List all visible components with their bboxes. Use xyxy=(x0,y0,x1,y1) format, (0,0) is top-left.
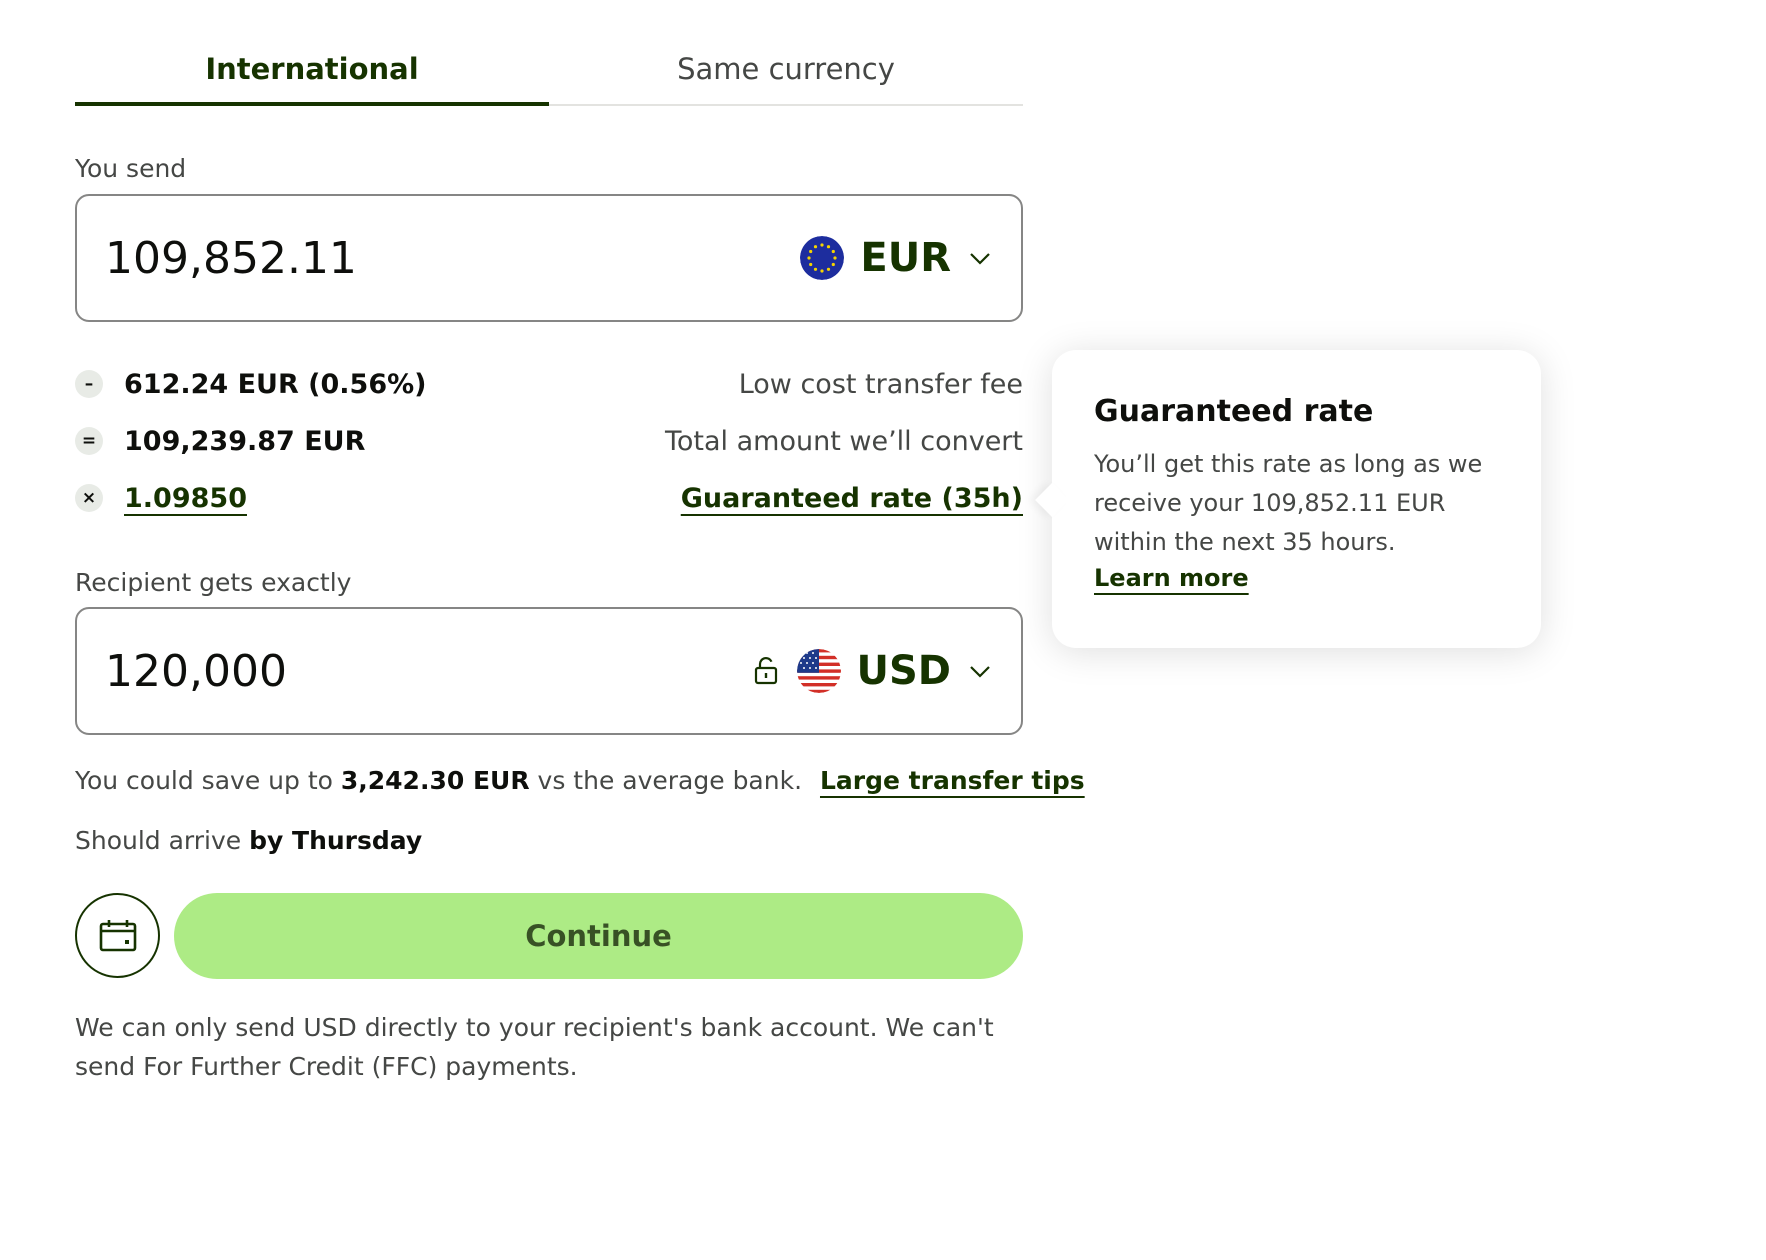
minus-icon: – xyxy=(75,370,103,398)
send-currency-selector[interactable]: EUR xyxy=(800,235,993,281)
large-transfer-tips-link[interactable]: Large transfer tips xyxy=(820,766,1085,795)
us-flag-icon xyxy=(796,649,841,693)
arrival-line: Should arrive by Thursday xyxy=(75,826,422,855)
calendar-icon xyxy=(99,919,136,951)
tooltip-body: You’ll get this rate as long as we recei… xyxy=(1094,450,1483,556)
receive-label: Recipient gets exactly xyxy=(75,568,352,597)
receive-amount-box: USD xyxy=(75,607,1023,735)
equals-icon: = xyxy=(75,427,103,455)
continue-button[interactable]: Continue xyxy=(174,893,1023,979)
chevron-down-icon xyxy=(970,253,990,265)
guaranteed-rate-tooltip: Guaranteed rate You’ll get this rate as … xyxy=(1052,350,1541,648)
tab-same-currency[interactable]: Same currency xyxy=(549,40,1023,104)
send-amount-input[interactable] xyxy=(105,218,801,298)
arrival-prefix: Should arrive xyxy=(75,826,242,855)
transfer-type-tabs: International Same currency xyxy=(75,40,1023,106)
learn-more-link[interactable]: Learn more xyxy=(1094,564,1249,592)
receive-currency-code: USD xyxy=(856,648,952,694)
guaranteed-rate-link[interactable]: Guaranteed rate (35h) xyxy=(681,483,1023,514)
send-label: You send xyxy=(75,154,187,183)
eu-flag-icon xyxy=(800,236,845,280)
exchange-rate-link[interactable]: 1.09850 xyxy=(124,483,247,514)
total-label: Total amount we’ll convert xyxy=(664,425,1023,457)
receive-currency-selector[interactable]: USD xyxy=(796,648,994,694)
savings-prefix: You could save up to xyxy=(75,766,333,795)
savings-line: You could save up to 3,242.30 EUR vs the… xyxy=(75,766,1085,795)
savings-suffix: vs the average bank. xyxy=(537,766,803,795)
fee-label: Low cost transfer fee xyxy=(738,368,1023,400)
ffc-note: We can only send USD directly to your re… xyxy=(75,1013,994,1081)
receive-amount-input[interactable] xyxy=(105,631,753,711)
total-value: 109,239.87 EUR xyxy=(124,425,366,457)
send-amount-box: EUR xyxy=(75,194,1023,322)
savings-amount: 3,242.30 EUR xyxy=(340,766,530,795)
fee-value: 612.24 EUR (0.56%) xyxy=(124,368,427,400)
schedule-transfer-button[interactable] xyxy=(75,893,160,978)
unlock-icon[interactable] xyxy=(753,656,779,686)
multiply-icon: × xyxy=(75,484,103,512)
tab-international[interactable]: International xyxy=(75,40,549,106)
total-row: = 109,239.87 EUR Total amount we’ll conv… xyxy=(75,421,1023,461)
rate-row: × 1.09850 Guaranteed rate (35h) xyxy=(75,478,1023,518)
fee-row: – 612.24 EUR (0.56%) Low cost transfer f… xyxy=(75,364,1023,404)
send-currency-code: EUR xyxy=(860,235,951,281)
tooltip-title: Guaranteed rate xyxy=(1094,394,1374,429)
chevron-down-icon xyxy=(970,666,990,678)
arrival-when: by Thursday xyxy=(249,826,423,855)
